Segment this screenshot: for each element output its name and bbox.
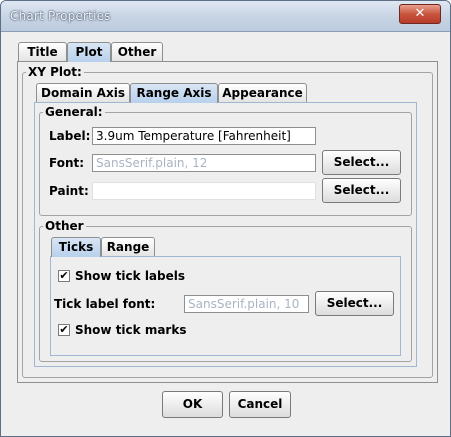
tab-appearance[interactable]: Appearance <box>218 83 307 102</box>
tab-domain-axis-label: Domain Axis <box>41 86 125 100</box>
tab-range[interactable]: Range <box>101 237 155 256</box>
general-group: General: Label: 3.9um Temperature [Fahre… <box>39 105 412 216</box>
tab-title[interactable]: Title <box>18 42 67 61</box>
other-legend: Other <box>45 219 84 233</box>
tab-ticks-label: Ticks <box>58 240 94 254</box>
ok-button[interactable]: OK <box>162 391 223 418</box>
show-tick-labels-checkbox[interactable]: ✔ <box>58 270 70 282</box>
tab-plot-label: Plot <box>75 45 103 59</box>
checkmark-icon: ✔ <box>59 269 69 282</box>
tab-title-label: Title <box>27 45 58 59</box>
close-icon: ✕ <box>414 6 426 21</box>
font-field: SansSerif.plain, 12 <box>92 154 316 172</box>
paint-caption: Paint: <box>49 184 89 198</box>
paint-select-button[interactable]: Select... <box>322 178 401 203</box>
tab-plot[interactable]: Plot <box>67 42 111 62</box>
font-select-button[interactable]: Select... <box>322 150 401 175</box>
tick-font-select-button[interactable]: Select... <box>315 291 394 316</box>
paint-swatch[interactable] <box>92 182 316 200</box>
label-caption: Label: <box>49 129 91 143</box>
tab-appearance-label: Appearance <box>222 86 303 100</box>
xy-plot-group: XY Plot: Domain Axis Range Axis Appearan… <box>22 65 433 378</box>
show-tick-labels-label[interactable]: Show tick labels <box>75 269 185 283</box>
font-caption: Font: <box>49 156 85 170</box>
tab-other[interactable]: Other <box>111 42 163 61</box>
ticks-panel: ✔ Show tick labels Tick label font: Sans… <box>50 256 401 356</box>
checkmark-icon: ✔ <box>59 323 69 336</box>
show-tick-marks-label[interactable]: Show tick marks <box>75 323 186 337</box>
label-input[interactable]: 3.9um Temperature [Fahrenheit] <box>92 127 316 145</box>
cancel-button[interactable]: Cancel <box>229 391 291 418</box>
tab-domain-axis[interactable]: Domain Axis <box>36 83 130 102</box>
tab-range-label: Range <box>106 240 150 254</box>
tab-ticks[interactable]: Ticks <box>51 237 101 257</box>
close-button[interactable]: ✕ <box>399 4 441 24</box>
chart-properties-dialog: Chart Properties ✕ Title Plot Other XY P… <box>0 0 451 437</box>
show-tick-marks-checkbox[interactable]: ✔ <box>58 324 70 336</box>
other-group: Other Ticks Range ✔ Show tick labels Tic… <box>39 219 412 362</box>
tab-range-axis[interactable]: Range Axis <box>130 83 218 103</box>
plot-tab-panel: XY Plot: Domain Axis Range Axis Appearan… <box>17 61 438 383</box>
xy-plot-legend: XY Plot: <box>28 65 82 79</box>
general-legend: General: <box>45 105 103 119</box>
tab-range-axis-label: Range Axis <box>136 86 212 100</box>
dialog-content: Title Plot Other XY Plot: Domain Axis Ra… <box>5 32 446 432</box>
tab-other-label: Other <box>117 45 157 59</box>
tick-font-caption: Tick label font: <box>54 297 156 311</box>
range-axis-panel: General: Label: 3.9um Temperature [Fahre… <box>34 102 417 367</box>
title-bar[interactable]: Chart Properties ✕ <box>1 1 450 32</box>
window-title: Chart Properties <box>10 9 111 23</box>
tick-font-field: SansSerif.plain, 10 <box>184 295 309 313</box>
